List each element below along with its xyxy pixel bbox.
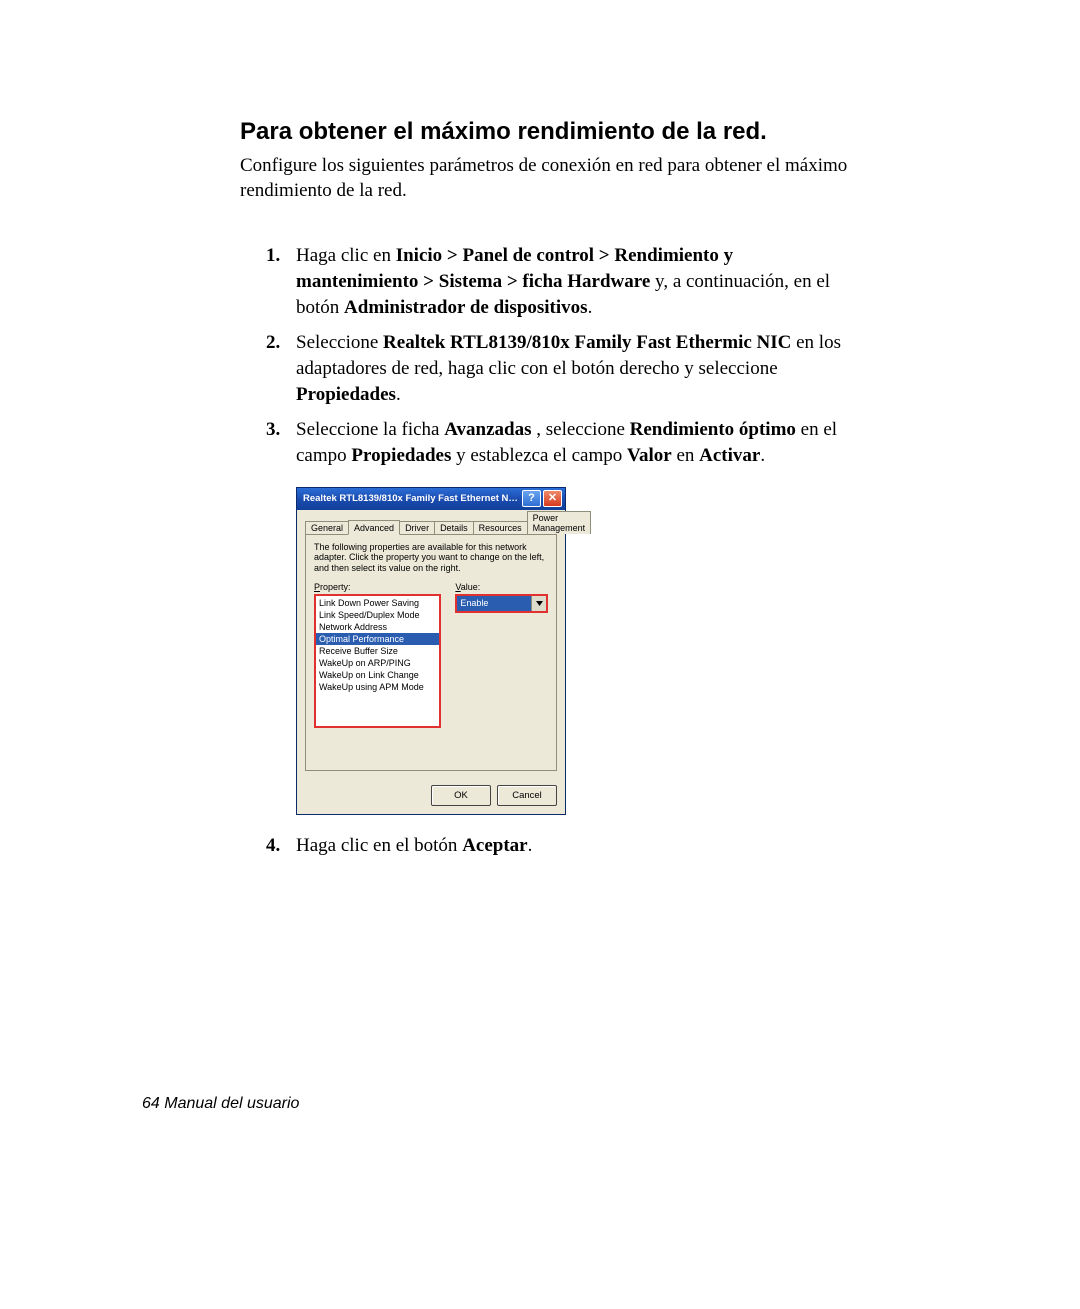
steps-list-continued: Haga clic en el botón Aceptar. (266, 833, 855, 859)
bold: Avanzadas (444, 419, 531, 440)
step-4: Haga clic en el botón Aceptar. (266, 833, 855, 859)
steps-list: Haga clic en Inicio > Panel de control >… (266, 243, 855, 468)
property-item[interactable]: Receive Buffer Size (316, 645, 439, 657)
section-heading: Para obtener el máximo rendimiento de la… (240, 118, 855, 146)
help-button[interactable]: ? (522, 490, 541, 507)
dialog-titlebar: Realtek RTL8139/810x Family Fast Etherne… (297, 488, 565, 510)
tab-general[interactable]: General (305, 521, 349, 534)
close-button[interactable]: ✕ (543, 490, 562, 507)
tab-resources[interactable]: Resources (473, 521, 528, 534)
properties-dialog: Realtek RTL8139/810x Family Fast Etherne… (296, 487, 566, 815)
chevron-down-icon[interactable] (531, 596, 546, 611)
property-item[interactable]: WakeUp on Link Change (316, 669, 439, 681)
step-3: Seleccione la ficha Avanzadas , seleccio… (266, 417, 855, 468)
bold: Activar (699, 445, 760, 466)
property-item[interactable]: Link Down Power Saving (316, 597, 439, 609)
bold: Propiedades (351, 445, 451, 466)
text: . (396, 384, 401, 405)
text: . (528, 835, 533, 856)
property-listbox[interactable]: Link Down Power SavingLink Speed/Duplex … (314, 594, 441, 728)
property-item[interactable]: Link Speed/Duplex Mode (316, 609, 439, 621)
bold: Rendimiento óptimo (630, 419, 796, 440)
text: Haga clic en el botón (296, 835, 462, 856)
bold: Aceptar (462, 835, 527, 856)
value-selected: Enable (457, 596, 531, 611)
cancel-button[interactable]: Cancel (497, 785, 557, 806)
text: y establezca el campo (451, 445, 627, 466)
text: en (672, 445, 699, 466)
property-item[interactable]: WakeUp using APM Mode (316, 681, 439, 693)
dialog-tabs: GeneralAdvancedDriverDetailsResourcesPow… (305, 516, 557, 534)
dialog-title: Realtek RTL8139/810x Family Fast Etherne… (303, 493, 520, 504)
text: . (760, 445, 765, 466)
tab-advanced[interactable]: Advanced (348, 520, 400, 535)
text: . (588, 297, 593, 318)
value-label: Value: (455, 582, 548, 592)
tab-power-management[interactable]: Power Management (527, 511, 592, 534)
step-2: Seleccione Realtek RTL8139/810x Family F… (266, 330, 855, 407)
text: , seleccione (532, 419, 630, 440)
property-item[interactable]: WakeUp on ARP/PING (316, 657, 439, 669)
bold: Realtek RTL8139/810x Family Fast Ethermi… (383, 332, 791, 353)
text: Seleccione (296, 332, 383, 353)
text: Haga clic en (296, 245, 396, 266)
tab-details[interactable]: Details (434, 521, 474, 534)
property-label: Property: (314, 582, 441, 592)
tab-description: The following properties are available f… (314, 542, 548, 574)
bold: Valor (627, 445, 672, 466)
step-1: Haga clic en Inicio > Panel de control >… (266, 243, 855, 320)
text: Seleccione la ficha (296, 419, 444, 440)
property-item[interactable]: Network Address (316, 621, 439, 633)
tab-driver[interactable]: Driver (399, 521, 435, 534)
property-item[interactable]: Optimal Performance (316, 633, 439, 645)
ok-button[interactable]: OK (431, 785, 491, 806)
bold: Propiedades (296, 384, 396, 405)
tab-pane-advanced: The following properties are available f… (305, 534, 557, 771)
value-combobox[interactable]: Enable (455, 594, 548, 613)
page-footer: 64 Manual del usuario (142, 1095, 299, 1113)
bold: Administrador de dispositivos (344, 297, 588, 318)
intro-text: Configure los siguientes parámetros de c… (240, 154, 855, 203)
